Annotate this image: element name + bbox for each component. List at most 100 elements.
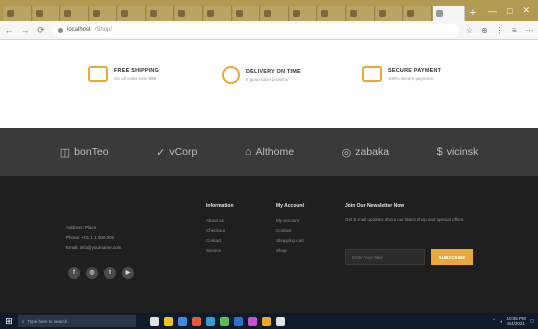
- tab-favicon-icon: [264, 10, 272, 17]
- footer-link[interactable]: My account: [276, 218, 304, 223]
- tray-clock[interactable]: 10:05 PM 6/4/2021: [506, 316, 525, 326]
- brand-name: vCorp: [169, 146, 198, 158]
- brand-logo-vicinsk[interactable]: $ vicinsk: [437, 146, 479, 158]
- taskbar-app-icon[interactable]: [276, 316, 285, 326]
- browser-tab[interactable]: [261, 6, 289, 21]
- notifications-icon[interactable]: ▢: [530, 318, 534, 324]
- brand-logo-bonteo[interactable]: ◫ bonTeo: [60, 146, 109, 159]
- browser-tab[interactable]: [61, 6, 89, 21]
- subscribe-button[interactable]: SUBSCRIBE: [431, 249, 473, 265]
- newsletter-email-input[interactable]: [345, 249, 425, 265]
- network-icon[interactable]: ⌃: [492, 318, 496, 324]
- vicinsk-logo-icon: $: [436, 146, 443, 158]
- social-links: f ◎ t ▶: [68, 267, 134, 279]
- site-footer: Address: Place Phone: +01 1 1 000 000 Em…: [0, 176, 538, 313]
- browser-tab[interactable]: [89, 6, 118, 21]
- forward-icon[interactable]: →: [20, 25, 30, 35]
- extensions-icon[interactable]: ⊕: [480, 26, 489, 35]
- brand-logos: ◫ bonTeo ✓ vCorp ⌂ Althome ◎ zabaka $ vi…: [0, 128, 538, 176]
- newsletter-description: Get E-mail updates about our latest shop…: [345, 217, 465, 222]
- taskbar-app-icon[interactable]: [192, 316, 201, 326]
- zabaka-logo-icon: ◎: [341, 146, 352, 159]
- browser-tab[interactable]: [204, 6, 232, 21]
- footer-link[interactable]: Shop: [276, 248, 304, 253]
- brand-name: Althome: [255, 146, 295, 158]
- footer-link[interactable]: Shopping cart: [276, 238, 304, 243]
- taskbar-app-icon[interactable]: [220, 316, 229, 326]
- facebook-icon[interactable]: f: [68, 267, 80, 279]
- truck-icon: [88, 66, 108, 82]
- browser-tab[interactable]: [232, 6, 261, 21]
- favorite-icon[interactable]: ☆: [465, 26, 474, 35]
- taskbar-app-icon[interactable]: [150, 316, 159, 326]
- tab-favicon-icon: [121, 10, 129, 17]
- tab-favicon-icon: [407, 10, 415, 17]
- browser-tab[interactable]: [146, 6, 175, 21]
- browser-tab[interactable]: [118, 6, 146, 21]
- tab-favicon-icon: [321, 10, 329, 17]
- taskbar-search-placeholder: Type here to search: [27, 318, 68, 324]
- maximize-button[interactable]: □: [507, 6, 512, 16]
- windows-start-icon[interactable]: ⊞: [4, 316, 14, 326]
- browser-menu-icon[interactable]: ⋯: [525, 26, 534, 35]
- footer-link[interactable]: Contact: [206, 238, 234, 243]
- collections-icon[interactable]: ⋮: [495, 26, 504, 35]
- browser-tab[interactable]: [346, 6, 375, 21]
- taskbar-apps: [150, 316, 285, 326]
- tab-favicon-icon: [378, 10, 386, 17]
- volume-icon[interactable]: ◖: [500, 319, 503, 324]
- taskbar-search[interactable]: ⌕ Type here to search: [18, 315, 136, 327]
- window-controls: — □ ✕: [480, 0, 538, 21]
- clock-icon: [222, 66, 240, 84]
- feature-secure-payment: SECURE PAYMENT 100% secure payment: [362, 66, 441, 82]
- feature-subtitle: On all order over $99: [114, 75, 157, 81]
- os-taskbar: ⊞ ⌕ Type here to search ⌃ ◖ 10:05 PM 6/4…: [0, 313, 538, 329]
- browser-tab[interactable]: [289, 6, 318, 21]
- reading-list-icon[interactable]: ≡: [510, 26, 519, 35]
- twitter-icon[interactable]: t: [104, 267, 116, 279]
- browser-tab[interactable]: [4, 6, 32, 21]
- taskbar-app-icon[interactable]: [164, 316, 173, 326]
- brand-logo-zabaka[interactable]: ◎ zabaka: [342, 146, 389, 159]
- tab-favicon-icon: [435, 10, 443, 17]
- system-tray: ⌃ ◖ 10:05 PM 6/4/2021 ▢: [492, 316, 534, 326]
- footer-link[interactable]: Service: [206, 248, 234, 253]
- url-host: localhost: [67, 27, 91, 33]
- taskbar-app-icon[interactable]: [234, 316, 243, 326]
- browser-tab[interactable]: [432, 6, 465, 21]
- brand-logo-althome[interactable]: ⌂ Althome: [245, 146, 294, 158]
- browser-tab[interactable]: [375, 6, 404, 21]
- browser-tab[interactable]: [404, 6, 432, 21]
- new-tab-button[interactable]: +: [466, 6, 480, 21]
- taskbar-app-icon[interactable]: [248, 316, 257, 326]
- column-heading: Information: [206, 203, 234, 209]
- browser-tab[interactable]: [32, 6, 61, 21]
- browser-tab[interactable]: [175, 6, 204, 21]
- tab-favicon-icon: [92, 10, 100, 17]
- feature-strip: FREE SHIPPING On all order over $99 DELI…: [0, 40, 538, 128]
- brand-logo-vcorp[interactable]: ✓ vCorp: [156, 146, 197, 159]
- footer-link[interactable]: Checkout: [206, 228, 234, 233]
- taskbar-app-icon[interactable]: [206, 316, 215, 326]
- newsletter-heading: Join Our Newsletter Now: [345, 203, 405, 209]
- tab-favicon-icon: [7, 10, 14, 17]
- minimize-button[interactable]: —: [488, 6, 497, 16]
- browser-tab-strip: + — □ ✕: [0, 0, 538, 21]
- tab-favicon-icon: [149, 10, 157, 17]
- instagram-icon[interactable]: ◎: [86, 267, 98, 279]
- feature-title: FREE SHIPPING: [114, 67, 160, 74]
- footer-link[interactable]: About us: [206, 218, 234, 223]
- close-window-button[interactable]: ✕: [522, 5, 530, 16]
- browser-tab[interactable]: [318, 6, 346, 21]
- youtube-icon[interactable]: ▶: [122, 267, 134, 279]
- feature-title: DELIVERY ON TIME: [246, 68, 301, 75]
- url-input[interactable]: localhost /Shop/: [52, 23, 459, 37]
- reload-icon[interactable]: ⟳: [36, 25, 46, 36]
- taskbar-app-icon[interactable]: [262, 316, 271, 326]
- taskbar-app-icon[interactable]: [178, 316, 187, 326]
- back-icon[interactable]: ←: [4, 25, 14, 35]
- contact-email[interactable]: Email: info@yourname.com: [66, 245, 121, 250]
- footer-link[interactable]: Contact: [276, 228, 304, 233]
- newsletter-signup: Join Our Newsletter Now Get E-mail updat…: [345, 203, 475, 265]
- tab-favicon-icon: [349, 10, 357, 17]
